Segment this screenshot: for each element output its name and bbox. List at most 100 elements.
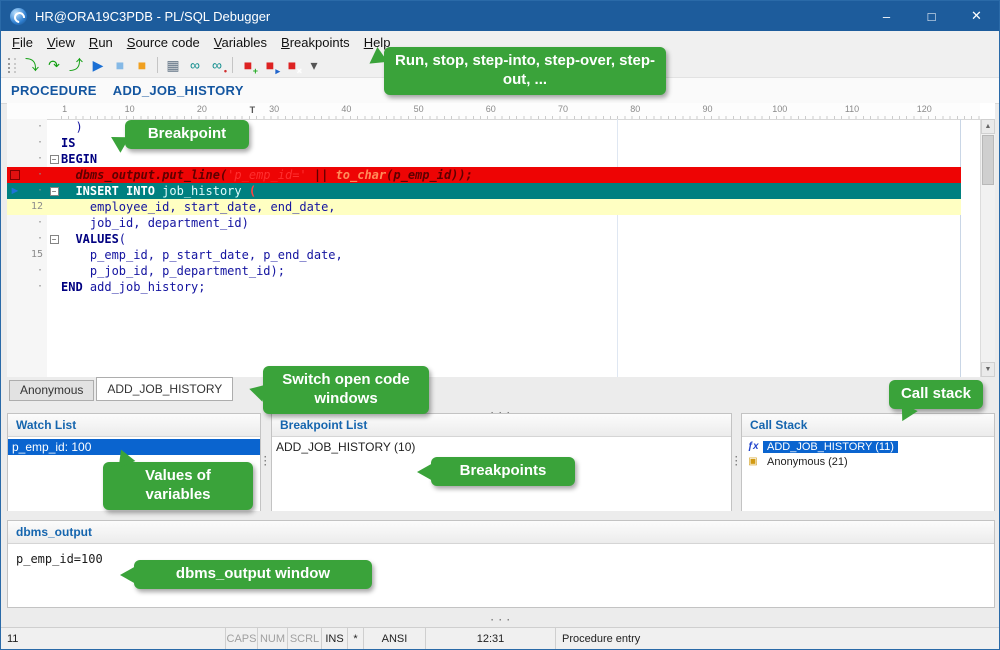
code-line[interactable]: 15 p_emp_id, p_start_date, p_end_date,: [7, 247, 961, 263]
line-margin: [7, 167, 23, 183]
breakpoint-item[interactable]: ADD_JOB_HISTORY (10): [272, 439, 731, 455]
code-line[interactable]: · dbms_output.put_line('p_emp_id=' || to…: [7, 167, 961, 183]
splitter-editor-panels[interactable]: [471, 403, 531, 411]
minimize-button[interactable]: –: [864, 1, 909, 31]
line-margin: [7, 279, 23, 295]
line-margin: [7, 215, 23, 231]
splitter-panels-output[interactable]: [471, 512, 531, 520]
status-bar: 11CAPSNUMSCRLINS*ANSI12:31Procedure entr…: [1, 627, 999, 649]
code-line[interactable]: · END add_job_history;: [7, 279, 961, 295]
window-title: HR@ORA19C3PDB - PL/SQL Debugger: [35, 9, 270, 24]
line-margin: [7, 151, 23, 167]
call-stack-panel: Call Stack ƒxADD_JOB_HISTORY (11)▣Anonym…: [741, 413, 995, 511]
ruler-number: 120: [917, 104, 932, 114]
step-out-icon[interactable]: ⤴: [66, 55, 86, 75]
breakpoint-icon[interactable]: [10, 170, 20, 180]
menu-source-code[interactable]: Source code: [120, 33, 207, 52]
toolbar-overflow-icon[interactable]: ▾: [304, 55, 324, 75]
maximize-button[interactable]: □: [909, 1, 954, 31]
line-number[interactable]: ·: [23, 231, 47, 247]
fold-toggle[interactable]: −: [47, 231, 61, 247]
call-stack-item[interactable]: ƒxADD_JOB_HISTORY (11): [742, 439, 994, 454]
line-number[interactable]: ·: [23, 215, 47, 231]
menu-view[interactable]: View: [40, 33, 82, 52]
find-icon[interactable]: ∞: [185, 55, 205, 75]
menu-variables[interactable]: Variables: [207, 33, 274, 52]
find-next-icon[interactable]: ∞•: [207, 55, 227, 75]
call-stack-label: Anonymous (21): [763, 456, 852, 468]
encoding-indicator: ANSI: [364, 628, 426, 649]
code-line[interactable]: ·− VALUES(: [7, 231, 961, 247]
stop-icon[interactable]: ■: [132, 55, 152, 75]
caps-indicator: CAPS: [226, 628, 258, 649]
code-line[interactable]: · p_job_id, p_department_id);: [7, 263, 961, 279]
code-text: employee_id, start_date, end_date,: [61, 199, 336, 215]
line-margin: [7, 247, 23, 263]
line-number[interactable]: ·: [23, 135, 47, 151]
callout-call-stack: Call stack: [889, 380, 983, 409]
call-stack-body[interactable]: ƒxADD_JOB_HISTORY (11)▣Anonymous (21): [742, 437, 994, 511]
line-number[interactable]: 15: [23, 247, 47, 263]
tab-add_job_history[interactable]: ADD_JOB_HISTORY: [96, 377, 233, 401]
fold-toggle[interactable]: −: [47, 151, 61, 167]
menu-run[interactable]: Run: [82, 33, 120, 52]
collapse-icon[interactable]: −: [50, 187, 59, 196]
line-number[interactable]: ·: [23, 167, 47, 183]
object-type: PROCEDURE: [11, 83, 97, 98]
toolbar-separator: [232, 57, 233, 73]
evaluate-variable-icon[interactable]: ▦: [163, 55, 183, 75]
code-line[interactable]: ·−BEGIN: [7, 151, 961, 167]
menu-breakpoints[interactable]: Breakpoints: [274, 33, 357, 52]
toolbar-grip[interactable]: [8, 58, 16, 73]
menu-file[interactable]: File: [5, 33, 40, 52]
run-icon[interactable]: ▶: [88, 55, 108, 75]
break-icon[interactable]: ■: [110, 55, 130, 75]
line-number[interactable]: ·: [23, 279, 47, 295]
fold-column: [47, 263, 61, 279]
splitter-watch-breakpoints[interactable]: [261, 413, 270, 511]
goto-breakpoint-icon[interactable]: ■▸: [260, 55, 280, 75]
fold-toggle[interactable]: −: [47, 183, 61, 199]
line-number[interactable]: ·: [23, 151, 47, 167]
line-number[interactable]: ·: [23, 183, 47, 199]
ruler-number: 1: [62, 104, 67, 114]
step-into-icon[interactable]: ⤵: [22, 55, 42, 75]
scroll-up-button[interactable]: ▲: [981, 119, 995, 134]
object-name: ADD_JOB_HISTORY: [113, 83, 244, 98]
call-stack-item[interactable]: ▣Anonymous (21): [742, 454, 994, 469]
dbms-output-title: dbms_output: [8, 521, 994, 544]
code-line[interactable]: ►·− INSERT INTO job_history (: [7, 183, 961, 199]
modified-indicator: *: [348, 628, 364, 649]
clear-breakpoints-icon[interactable]: ■×: [282, 55, 302, 75]
code-text: dbms_output.put_line('p_emp_id=' || to_c…: [61, 167, 473, 183]
scrl-indicator: SCRL: [288, 628, 322, 649]
code-text: BEGIN: [61, 151, 97, 167]
line-number[interactable]: ·: [23, 119, 47, 135]
collapse-icon[interactable]: −: [50, 155, 59, 164]
close-button[interactable]: ✕: [954, 1, 999, 31]
tab-anonymous[interactable]: Anonymous: [9, 380, 94, 401]
watch-list-title: Watch List: [8, 414, 260, 437]
line-number[interactable]: ·: [23, 263, 47, 279]
watch-item[interactable]: p_emp_id: 100: [8, 439, 260, 455]
code-line[interactable]: · job_id, department_id): [7, 215, 961, 231]
collapse-icon[interactable]: −: [50, 235, 59, 244]
scrollbar-thumb[interactable]: [982, 135, 994, 185]
line-margin: [7, 135, 23, 151]
code-text: END add_job_history;: [61, 279, 206, 295]
splitter-output-bottom[interactable]: [471, 610, 531, 618]
execution-arrow-icon: ►: [10, 186, 21, 197]
ruler-number: 100: [772, 104, 787, 114]
add-breakpoint-icon[interactable]: ■+: [238, 55, 258, 75]
ins-indicator: INS: [322, 628, 348, 649]
code-line[interactable]: 12 employee_id, start_date, end_date,: [7, 199, 961, 215]
ruler-number: 50: [414, 104, 424, 114]
splitter-breakpoints-callstack[interactable]: [732, 413, 741, 511]
line-number[interactable]: 12: [23, 199, 47, 215]
code-window-tabs: AnonymousADD_JOB_HISTORY: [9, 379, 235, 401]
step-over-icon[interactable]: ↷: [44, 55, 64, 75]
line-margin: [7, 263, 23, 279]
editor-vertical-scrollbar[interactable]: ▲ ▼: [980, 119, 995, 377]
scroll-down-button[interactable]: ▼: [981, 362, 995, 377]
ruler-number: 110: [845, 104, 859, 114]
